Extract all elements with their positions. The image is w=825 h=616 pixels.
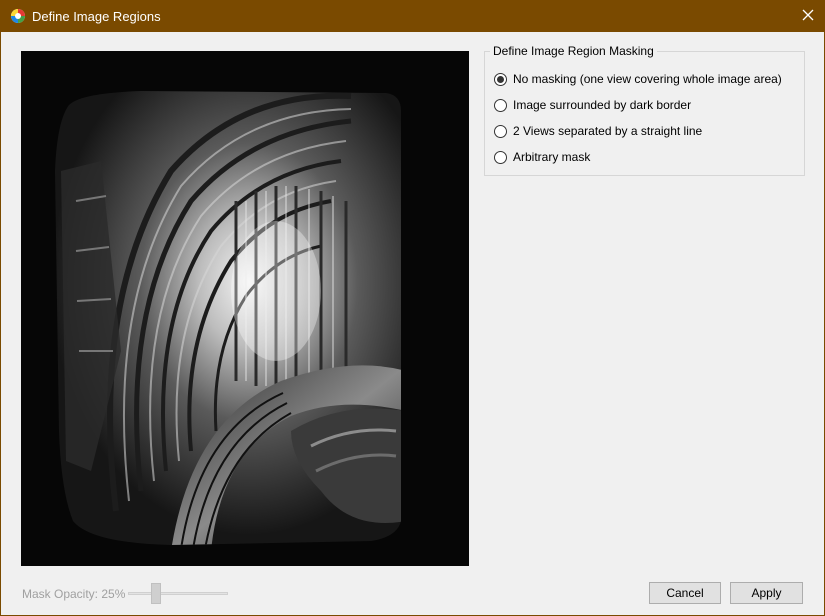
radio-button[interactable]: [494, 150, 507, 164]
masking-group-title: Define Image Region Masking: [490, 44, 657, 58]
dialog-window: Define Image Regions Define Image Region…: [0, 0, 825, 616]
close-button[interactable]: [792, 1, 824, 32]
radio-label: Image surrounded by dark border: [513, 98, 692, 112]
apply-button[interactable]: Apply: [730, 582, 803, 604]
radio-dark-border[interactable]: Image surrounded by dark border: [494, 96, 691, 114]
window-title: Define Image Regions: [32, 9, 161, 24]
app-logo-icon: [10, 8, 26, 24]
radio-button[interactable]: [494, 98, 507, 112]
masking-groupbox: Define Image Region Masking No masking (…: [484, 44, 805, 176]
slider-track: [128, 592, 228, 595]
radio-label: No masking (one view covering whole imag…: [513, 72, 782, 86]
mask-opacity-slider[interactable]: [128, 583, 228, 605]
cancel-button[interactable]: Cancel: [649, 582, 721, 604]
camera-image: [21, 51, 469, 566]
image-preview[interactable]: [21, 51, 469, 566]
radio-button-checked[interactable]: [494, 72, 507, 86]
radio-two-views[interactable]: 2 Views separated by a straight line: [494, 122, 702, 140]
mask-opacity-label: Mask Opacity: 25%: [22, 587, 126, 601]
title-bar[interactable]: Define Image Regions: [1, 1, 824, 32]
radio-label: Arbitrary mask: [513, 150, 591, 164]
radio-button[interactable]: [494, 124, 507, 138]
slider-thumb[interactable]: [151, 583, 161, 604]
close-icon: [802, 9, 814, 24]
radio-no-masking[interactable]: No masking (one view covering whole imag…: [494, 70, 782, 88]
radio-label: 2 Views separated by a straight line: [513, 124, 703, 138]
radio-arbitrary-mask[interactable]: Arbitrary mask: [494, 148, 590, 166]
